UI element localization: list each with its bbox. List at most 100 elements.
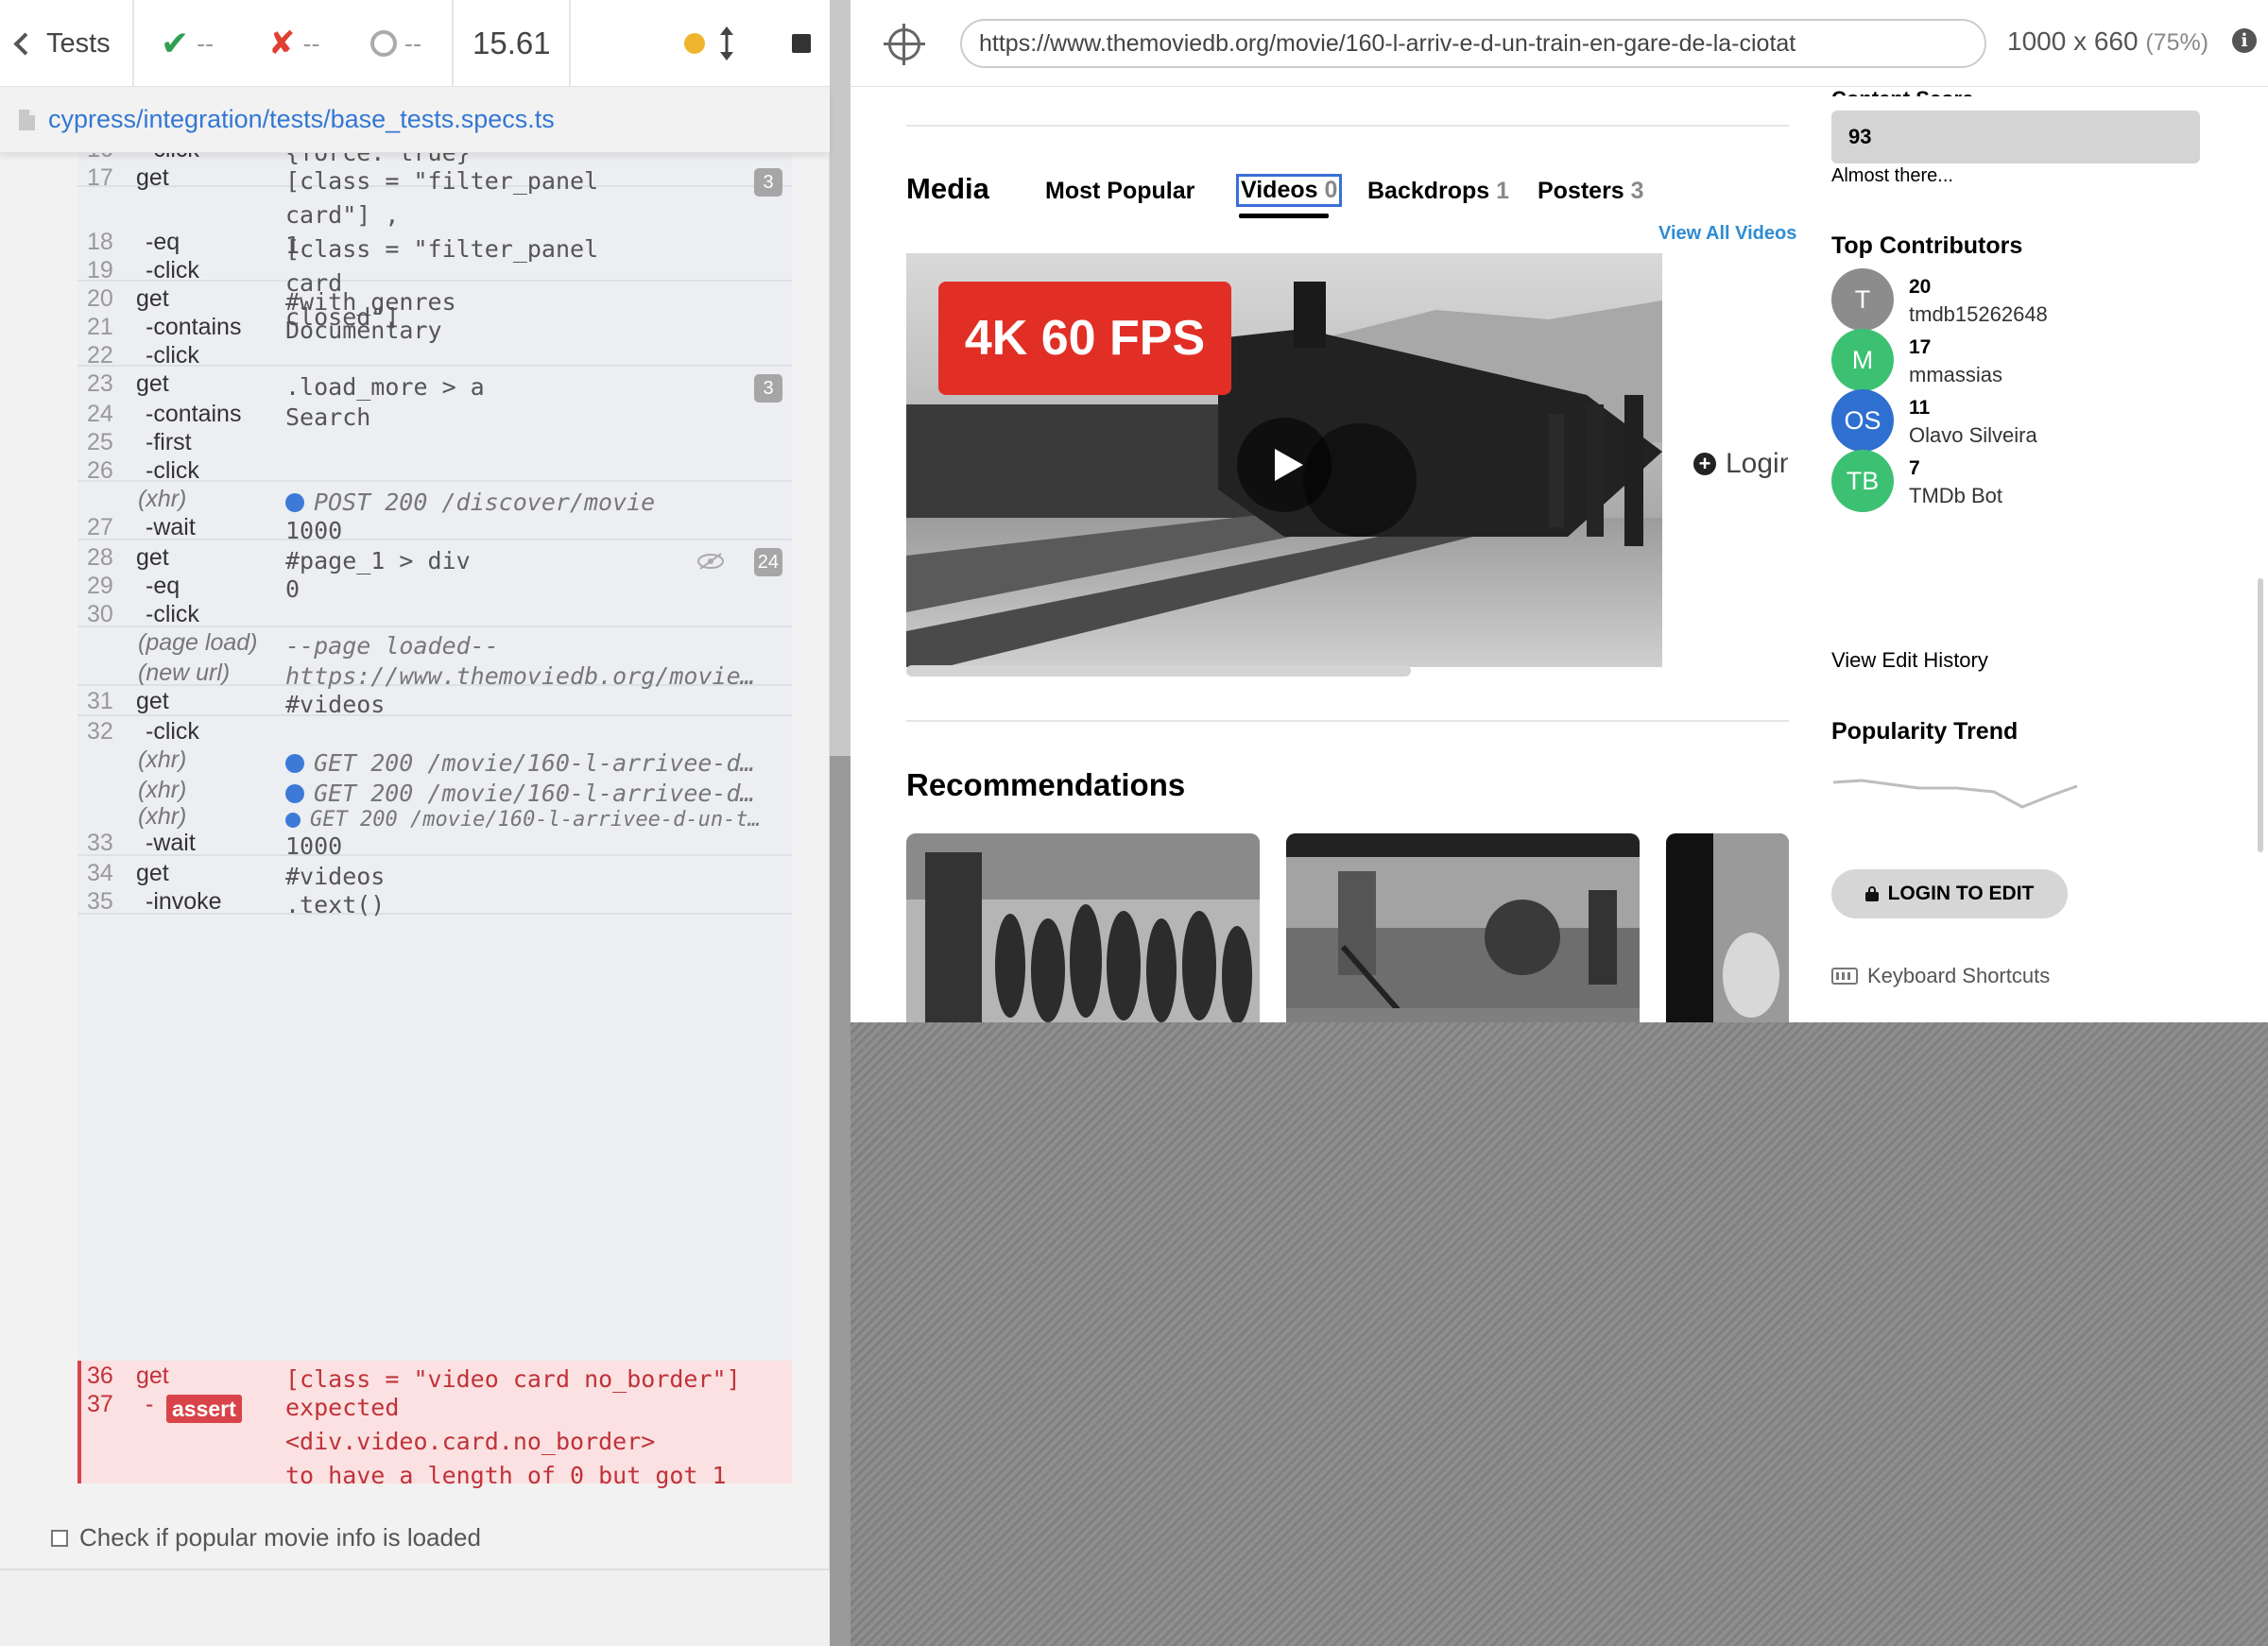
command-number: 33	[87, 830, 113, 856]
aut-empty-area	[850, 1022, 2268, 1646]
selector-playground-icon[interactable]	[884, 24, 925, 65]
command-name: (xhr)	[138, 803, 187, 830]
tab-most-popular[interactable]: Most Popular	[1045, 178, 1194, 205]
play-icon[interactable]	[1237, 418, 1332, 512]
xhr-status-dot-icon	[285, 493, 304, 512]
command-name: -wait	[146, 514, 196, 540]
command-row[interactable]: (xhr) GET 200 /movie/160-l-arrivee-d-un…	[77, 746, 792, 780]
pending-count: --	[404, 28, 421, 58]
command-name: -click	[146, 601, 199, 627]
command-name: get	[136, 164, 169, 191]
divider	[569, 0, 571, 87]
command-number: 25	[87, 429, 113, 455]
spec-path-link[interactable]: cypress/integration/tests/base_tests.spe…	[48, 105, 555, 134]
command-number: 37	[87, 1391, 113, 1417]
aut-scrollbar[interactable]	[2258, 578, 2263, 852]
recommendation-card[interactable]	[1666, 833, 1789, 1022]
url-bar[interactable]: https://www.themoviedb.org/movie/160-l-a…	[960, 19, 1986, 68]
tab-backdrops[interactable]: Backdrops 1	[1367, 178, 1509, 205]
element-count-badge: 3	[754, 374, 782, 403]
media-scrollbar[interactable]	[906, 665, 1411, 677]
xhr-status-dot-icon	[285, 754, 304, 773]
contributor-name: tmdb15262648	[1909, 302, 2048, 326]
keyboard-shortcuts-link[interactable]: Keyboard Shortcuts	[1831, 964, 2050, 988]
tab-videos[interactable]: Videos 0	[1236, 174, 1343, 207]
command-number: 22	[87, 342, 113, 369]
avatar: TB	[1831, 450, 1894, 512]
command-number: 31	[87, 688, 113, 714]
recommendation-card[interactable]	[1286, 833, 1640, 1022]
failed-stat: ✘ --	[268, 0, 319, 87]
login-label: Login	[1726, 448, 1788, 479]
test-state-icon	[51, 1529, 68, 1547]
recommendation-card[interactable]	[906, 833, 1260, 1022]
command-message: GET 200 /movie/160-l-arrivee-d-un…	[285, 746, 767, 780]
duration-value: 15.61	[472, 26, 551, 60]
recommendations-title: Recommendations	[906, 767, 1186, 802]
tests-back-button[interactable]: Tests	[13, 0, 111, 87]
command-number: 20	[87, 285, 113, 312]
contributor-item[interactable]: T 20 tmdb15262648	[1831, 268, 2209, 334]
autoscroll-toggle-icon[interactable]	[718, 26, 735, 60]
login-to-edit-button[interactable]: LOGIN TO EDIT	[1831, 869, 2068, 918]
command-message: .load_more > a	[285, 373, 485, 401]
divider	[906, 125, 1789, 127]
command-row[interactable]: 31 get #videos	[77, 688, 792, 722]
command-name: (new url)	[138, 660, 231, 686]
running-indicator-icon	[684, 33, 705, 54]
plus-icon: +	[1693, 453, 1716, 475]
contributor-count: 11	[1909, 397, 1931, 419]
view-all-videos-link[interactable]: View All Videos	[1658, 223, 1796, 245]
failed-command-block[interactable]: 36 get [class = "video card no_border"] 37-…	[77, 1361, 792, 1489]
command-number: 28	[87, 544, 113, 571]
active-tab-indicator	[1239, 214, 1329, 218]
command-row[interactable]: 35 -invoke .text()	[77, 888, 792, 922]
command-number: 27	[87, 514, 113, 540]
command-row[interactable]: 23 get .load_more > a 3	[77, 370, 792, 404]
contributor-item[interactable]: OS 11 Olavo Silveira	[1831, 389, 2209, 455]
stop-icon[interactable]	[792, 34, 811, 53]
passed-stat: ✔ --	[161, 0, 214, 87]
contributor-item[interactable]: M 17 mmassias	[1831, 329, 2209, 395]
spec-file-bar: cypress/integration/tests/base_tests.spe…	[0, 87, 830, 153]
command-row[interactable]: 17 get [class = "filter_panel card"] , [cl…	[77, 164, 792, 331]
tab-posters[interactable]: Posters 3	[1538, 178, 1644, 205]
login-link[interactable]: + Login	[1693, 448, 1788, 480]
tab-count: 1	[1496, 178, 1510, 204]
view-edit-history-link[interactable]: View Edit History	[1831, 648, 1988, 673]
video-quality-badge: 4K 60 FPS	[938, 282, 1231, 395]
xhr-request-text: GET 200 /movie/160-l-arrivee-d-un-train…	[310, 808, 767, 832]
command-row[interactable]: 33 -wait 1000	[77, 830, 792, 864]
command-name: -click	[146, 718, 199, 745]
file-icon	[19, 109, 35, 130]
contributor-name: TMDb Bot	[1909, 484, 2003, 507]
avatar: T	[1831, 268, 1894, 331]
test-title[interactable]: Check if popular movie info is loaded	[51, 1523, 481, 1552]
command-name: get	[136, 285, 169, 312]
command-number: 29	[87, 573, 113, 599]
command-name: (page load)	[138, 629, 258, 656]
command-number: 24	[87, 401, 113, 427]
command-name: -first	[146, 429, 192, 455]
splitter-scroll-thumb[interactable]	[830, 756, 850, 1646]
tab-count: 3	[1630, 178, 1644, 204]
tab-label: Videos	[1241, 177, 1318, 203]
command-row[interactable]: (page load) --page loaded--	[77, 629, 792, 663]
contributor-count: 20	[1909, 276, 1932, 298]
hidden-eye-icon	[697, 553, 724, 570]
info-icon[interactable]: i	[2232, 28, 2257, 53]
command-name: (xhr)	[138, 777, 187, 803]
keyboard-icon	[1831, 968, 1858, 985]
command-message: --page loaded--	[285, 632, 499, 660]
contributor-item[interactable]: TB 7 TMDb Bot	[1831, 450, 2209, 516]
video-card[interactable]: 4K 60 FPS	[906, 253, 1662, 667]
command-name: -click	[146, 342, 199, 369]
viewport-dimensions: 1000 x 660	[2007, 26, 2139, 56]
panel-splitter[interactable]	[830, 0, 850, 1646]
command-number: 26	[87, 457, 113, 484]
divider	[452, 0, 454, 87]
command-name: get	[136, 860, 169, 886]
command-name: get	[136, 370, 169, 397]
xhr-request-text: GET 200 /movie/160-l-arrivee-d-un…	[314, 749, 767, 777]
command-row[interactable]: 27 -wait 1000	[77, 514, 792, 548]
